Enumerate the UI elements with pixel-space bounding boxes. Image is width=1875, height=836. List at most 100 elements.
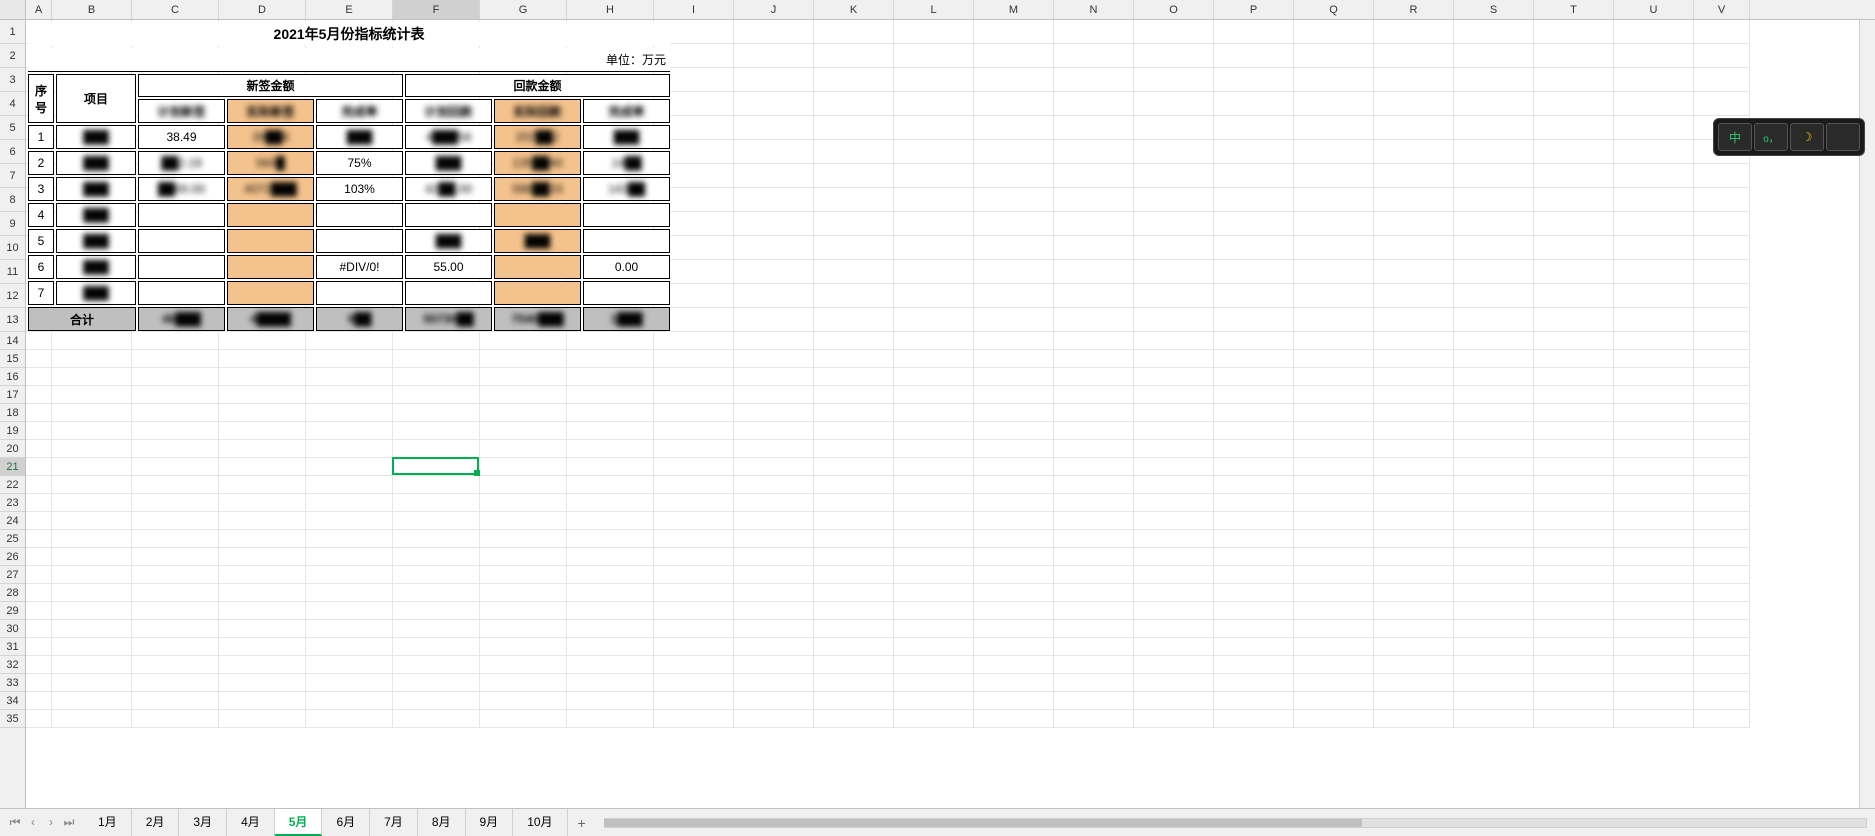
- col-header-D[interactable]: D: [219, 0, 306, 19]
- data-cell[interactable]: ███: [405, 151, 492, 175]
- row-header-18[interactable]: 18: [0, 404, 25, 422]
- row-header-2[interactable]: 2: [0, 44, 25, 68]
- row-header-15[interactable]: 15: [0, 350, 25, 368]
- col-header-I[interactable]: I: [654, 0, 734, 19]
- col-header-S[interactable]: S: [1454, 0, 1534, 19]
- cell[interactable]: 新签金额: [138, 74, 403, 97]
- data-cell[interactable]: 6: [28, 255, 54, 279]
- row-header-24[interactable]: 24: [0, 512, 25, 530]
- row-header-12[interactable]: 12: [0, 284, 25, 308]
- data-cell[interactable]: 55.00: [405, 255, 492, 279]
- total-cell[interactable]: 7540███: [494, 307, 581, 331]
- data-cell[interactable]: 2: [28, 151, 54, 175]
- total-cell[interactable]: 46███: [138, 307, 225, 331]
- data-cell[interactable]: 4072███: [227, 177, 314, 201]
- row-header-3[interactable]: 3: [0, 68, 25, 92]
- row-header-10[interactable]: 10: [0, 236, 25, 260]
- row-header-8[interactable]: 8: [0, 188, 25, 212]
- row-header-17[interactable]: 17: [0, 386, 25, 404]
- data-cell[interactable]: [494, 281, 581, 305]
- sheet-tab-5月[interactable]: 5月: [275, 809, 323, 836]
- data-cell[interactable]: [583, 203, 670, 227]
- data-cell[interactable]: #DIV/0!: [316, 255, 403, 279]
- data-cell[interactable]: ███: [316, 125, 403, 149]
- row-header-4[interactable]: 4: [0, 92, 25, 116]
- data-cell[interactable]: 5: [28, 229, 54, 253]
- row-header-25[interactable]: 25: [0, 530, 25, 548]
- cell[interactable]: 实际回款: [494, 99, 581, 123]
- data-cell[interactable]: [316, 281, 403, 305]
- row-header-33[interactable]: 33: [0, 674, 25, 692]
- col-header-Q[interactable]: Q: [1294, 0, 1374, 19]
- data-cell[interactable]: 14██: [583, 151, 670, 175]
- col-header-G[interactable]: G: [480, 0, 567, 19]
- col-header-V[interactable]: V: [1694, 0, 1750, 19]
- data-cell[interactable]: [138, 281, 225, 305]
- cell[interactable]: 完成率: [583, 99, 670, 123]
- add-sheet-button[interactable]: +: [568, 811, 596, 835]
- col-header-F[interactable]: F: [393, 0, 480, 19]
- col-header-M[interactable]: M: [974, 0, 1054, 19]
- data-cell[interactable]: 7: [28, 281, 54, 305]
- tab-first-icon[interactable]: ⏮: [6, 815, 24, 830]
- data-cell[interactable]: ███: [56, 151, 136, 175]
- col-header-N[interactable]: N: [1054, 0, 1134, 19]
- row-header-13[interactable]: 13: [0, 308, 25, 332]
- row-header-11[interactable]: 11: [0, 260, 25, 284]
- cell[interactable]: 完成率: [316, 99, 403, 123]
- row-header-31[interactable]: 31: [0, 638, 25, 656]
- data-cell[interactable]: [316, 203, 403, 227]
- col-header-L[interactable]: L: [894, 0, 974, 19]
- row-header-7[interactable]: 7: [0, 164, 25, 188]
- data-cell[interactable]: ███: [56, 229, 136, 253]
- data-cell[interactable]: 3: [28, 177, 54, 201]
- data-cell[interactable]: [494, 255, 581, 279]
- row-header-6[interactable]: 6: [0, 140, 25, 164]
- row-header-22[interactable]: 22: [0, 476, 25, 494]
- cell[interactable]: 2021年5月份指标统计表: [28, 22, 670, 46]
- col-header-U[interactable]: U: [1614, 0, 1694, 19]
- data-cell[interactable]: [405, 203, 492, 227]
- data-cell[interactable]: [583, 229, 670, 253]
- data-cell[interactable]: ███: [56, 281, 136, 305]
- row-header-1[interactable]: 1: [0, 20, 25, 44]
- row-header-5[interactable]: 5: [0, 116, 25, 140]
- data-cell[interactable]: 75%: [316, 151, 403, 175]
- data-cell[interactable]: ██00.00: [138, 177, 225, 201]
- row-header-20[interactable]: 20: [0, 440, 25, 458]
- data-cell[interactable]: [227, 281, 314, 305]
- data-cell[interactable]: ███: [583, 125, 670, 149]
- select-all-corner[interactable]: [0, 0, 26, 19]
- col-header-K[interactable]: K: [814, 0, 894, 19]
- sheet-tab-8月[interactable]: 8月: [418, 809, 466, 836]
- total-cell[interactable]: 9██: [316, 307, 403, 331]
- col-header-R[interactable]: R: [1374, 0, 1454, 19]
- col-header-B[interactable]: B: [52, 0, 132, 19]
- data-cell[interactable]: 39██8: [227, 125, 314, 149]
- ime-moon-button[interactable]: ☽: [1790, 123, 1824, 151]
- cell[interactable]: 回款金额: [405, 74, 670, 97]
- data-cell[interactable]: ███: [494, 229, 581, 253]
- sheet-tab-6月[interactable]: 6月: [322, 809, 370, 836]
- ime-extra-button[interactable]: [1826, 123, 1860, 151]
- total-cell[interactable]: 1███: [583, 307, 670, 331]
- data-cell[interactable]: 0.00: [583, 255, 670, 279]
- sheet-tab-1月[interactable]: 1月: [84, 809, 132, 836]
- sheet-tab-7月[interactable]: 7月: [370, 809, 418, 836]
- col-header-P[interactable]: P: [1214, 0, 1294, 19]
- row-header-27[interactable]: 27: [0, 566, 25, 584]
- col-header-A[interactable]: A: [26, 0, 52, 19]
- cell[interactable]: 计划新签: [138, 99, 225, 123]
- cell[interactable]: 序号: [28, 74, 54, 123]
- ime-toolbar[interactable]: 中 o， ☽: [1713, 118, 1865, 156]
- data-cell[interactable]: ███: [56, 255, 136, 279]
- ime-punct-button[interactable]: o，: [1754, 123, 1788, 151]
- data-cell[interactable]: 598██33: [494, 177, 581, 201]
- data-cell[interactable]: ███: [405, 229, 492, 253]
- data-cell[interactable]: 560█: [227, 151, 314, 175]
- row-header-14[interactable]: 14: [0, 332, 25, 350]
- data-cell[interactable]: [227, 203, 314, 227]
- total-cell[interactable]: 合计: [28, 307, 136, 331]
- sheet-tab-2月[interactable]: 2月: [132, 809, 180, 836]
- data-cell[interactable]: [316, 229, 403, 253]
